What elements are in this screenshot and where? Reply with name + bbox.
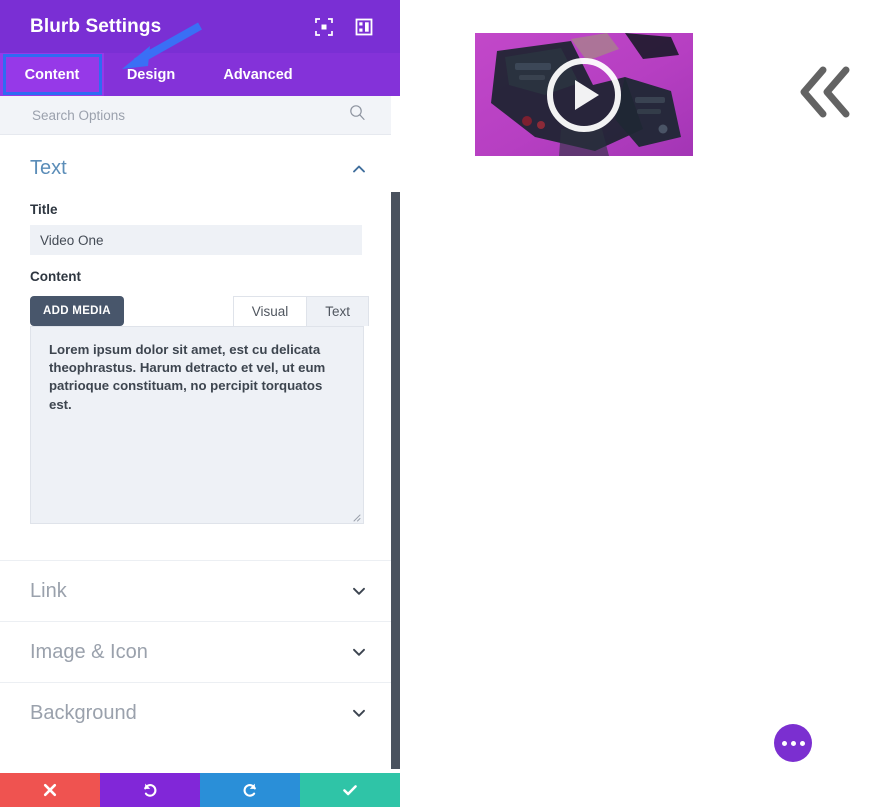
- chevron-down-icon[interactable]: [348, 702, 370, 724]
- section-link[interactable]: Link: [0, 560, 400, 621]
- add-media-button[interactable]: ADD MEDIA: [30, 296, 124, 326]
- section-text-title: Text: [30, 157, 67, 179]
- divi-builder-screen: Blurb Settings Content Design Advanced S…: [0, 0, 880, 807]
- settings-panel: Blurb Settings Content Design Advanced S…: [0, 0, 400, 807]
- page-title: Blurb Settings: [30, 15, 162, 37]
- fullscreen-icon[interactable]: [312, 15, 336, 39]
- section-background[interactable]: Background: [0, 682, 400, 743]
- search-icon[interactable]: [349, 104, 366, 126]
- layout-toggle-icon[interactable]: [352, 15, 376, 39]
- chevron-down-icon[interactable]: [348, 580, 370, 602]
- redo-button[interactable]: [200, 773, 300, 807]
- content-field-group: Content ADD MEDIA Visual Text Lorem ipsu…: [0, 269, 400, 524]
- chevron-double-left-icon[interactable]: [796, 62, 858, 122]
- page-preview-canvas: [400, 0, 880, 807]
- search-input[interactable]: [30, 106, 310, 124]
- tab-text[interactable]: Text: [306, 296, 369, 326]
- title-input[interactable]: [30, 225, 362, 255]
- search-bar[interactable]: [0, 96, 400, 135]
- undo-button[interactable]: [100, 773, 200, 807]
- section-link-title: Link: [30, 579, 67, 602]
- section-image-icon[interactable]: Image & Icon: [0, 621, 400, 682]
- close-icon: [43, 783, 57, 797]
- editor-toolbar: ADD MEDIA Visual Text: [30, 294, 370, 326]
- chevron-up-icon[interactable]: [348, 158, 370, 180]
- resize-handle-icon[interactable]: [349, 509, 361, 522]
- tab-bar: Content Design Advanced: [0, 53, 400, 96]
- cancel-button[interactable]: [0, 773, 100, 807]
- header-icon-group: [312, 15, 376, 39]
- tab-advanced[interactable]: Advanced: [198, 53, 318, 96]
- section-image-icon-title: Image & Icon: [30, 640, 148, 663]
- tab-visual[interactable]: Visual: [232, 296, 308, 326]
- ellipsis-icon: [790, 740, 796, 746]
- redo-icon: [243, 783, 256, 797]
- chevron-down-icon[interactable]: [348, 641, 370, 663]
- more-options-button[interactable]: [774, 724, 812, 762]
- panel-action-bar: [0, 773, 400, 807]
- title-field-group: Title: [0, 202, 400, 255]
- section-text: Text Title Content ADD MEDIA: [0, 135, 400, 560]
- ellipsis-icon: [799, 740, 805, 746]
- section-text-header[interactable]: Text: [0, 135, 400, 188]
- check-icon: [343, 785, 357, 796]
- section-background-title: Background: [30, 701, 137, 724]
- ellipsis-icon: [781, 740, 787, 746]
- tab-content[interactable]: Content: [0, 53, 104, 96]
- content-textarea-value: Lorem ipsum dolor sit amet, est cu delic…: [49, 342, 329, 412]
- content-textarea[interactable]: Lorem ipsum dolor sit amet, est cu delic…: [30, 326, 364, 524]
- editor-mode-tabs: Visual Text: [232, 296, 369, 326]
- title-label: Title: [30, 202, 58, 217]
- content-label: Content: [30, 269, 81, 284]
- undo-icon: [144, 783, 157, 797]
- panel-scrollbar-thumb[interactable]: [391, 192, 400, 769]
- tab-design[interactable]: Design: [104, 53, 198, 96]
- save-button[interactable]: [300, 773, 400, 807]
- play-button[interactable]: [547, 57, 621, 132]
- panel-scrollbar-track[interactable]: [391, 96, 400, 773]
- settings-scroll-area: Text Title Content ADD MEDIA: [0, 135, 400, 773]
- video-thumbnail[interactable]: [475, 33, 693, 156]
- panel-header: Blurb Settings: [0, 0, 400, 53]
- play-icon: [575, 79, 599, 110]
